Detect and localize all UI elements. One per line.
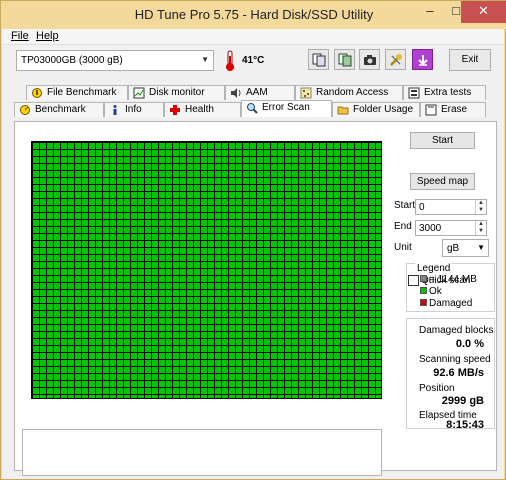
speed-map-button[interactable]: Speed map [410,173,475,190]
extra-tests-icon [408,87,420,99]
tab-label: Erase [441,104,468,115]
damaged-blocks-label: Damaged blocks [419,325,494,336]
tab-random-access[interactable]: Random Access [295,85,403,100]
start-label: Start [394,200,416,211]
tab-label: File Benchmark [47,87,117,98]
toolbar: TP03000GB (3000 gB) ▼ 41°C Exit [2,46,504,76]
scan-block-grid [31,141,382,399]
menu-file[interactable]: File [11,30,29,42]
tab-benchmark[interactable]: Benchmark [14,102,104,117]
tab-error-scan[interactable]: Error Scan [241,100,332,117]
tab-label: Benchmark [35,104,86,115]
start-button[interactable]: Start [410,132,475,149]
tab-label: Error Scan [262,102,310,113]
start-value: 0 [419,202,425,213]
scanning-speed-value: 92.6 MB/s [433,367,484,379]
speaker-icon [231,88,241,98]
title-bar: HD Tune Pro 5.75 - Hard Disk/SSD Utility… [1,1,506,29]
chevron-down-icon: ▼ [201,55,209,64]
legend-block-text: = 1144 MB [429,274,477,285]
legend-title: Legend [415,263,453,274]
random-access-icon [300,87,312,99]
unit-value: gB [447,243,460,254]
minimize-button[interactable]: – [417,1,443,23]
exit-button[interactable]: Exit [449,49,491,71]
benchmark-icon [20,105,30,115]
save-button[interactable] [412,49,433,70]
tab-label: Random Access [316,87,389,98]
legend-box: Legend = 1144 MB Ok Damaged [406,263,495,312]
thermometer-icon [226,50,234,71]
tools-icon [389,53,402,66]
options-button[interactable] [385,49,406,70]
client-area: File Help TP03000GB (3000 gB) ▼ 41°C Exi… [2,29,504,479]
tab-erase[interactable]: Erase [420,102,486,117]
drive-select-value: TP03000GB (3000 gB) [21,55,123,66]
position-label: Position [419,383,455,394]
tab-folder-usage[interactable]: Folder Usage [332,102,420,117]
error-scan-panel: Start Quick scan Speed map Start 0 ▲ ▼ En… [14,121,497,476]
scanning-speed-label: Scanning speed [419,354,491,365]
copy-icon [312,53,325,66]
gray-swatch-icon [420,275,427,282]
disk-monitor-icon [133,87,145,99]
tab-label: Health [185,104,214,115]
drive-select[interactable]: TP03000GB (3000 gB) ▼ [16,50,214,71]
red-swatch-icon [420,299,427,306]
unit-label: Unit [394,242,412,253]
unit-select[interactable]: gB ▼ [442,239,489,257]
end-input[interactable]: 3000 ▲ ▼ [415,220,487,236]
app-window: HD Tune Pro 5.75 - Hard Disk/SSD Utility… [0,0,506,480]
tab-label: Disk monitor [149,87,205,98]
camera-icon [363,54,376,65]
start-input[interactable]: 0 ▲ ▼ [415,199,487,215]
end-value: 3000 [419,223,442,234]
info-icon [113,105,117,115]
end-label: End [394,221,412,232]
spinner-icon[interactable]: ▲ ▼ [475,200,486,214]
folder-icon [337,106,349,115]
legend-ok: Ok [420,286,442,297]
tab-health[interactable]: Health [164,102,241,117]
screenshot-button[interactable] [359,49,380,70]
position-value: 2999 gB [441,395,484,407]
download-arrow-icon [417,54,428,66]
tab-label: Folder Usage [353,104,414,115]
tab-file-benchmark[interactable]: File Benchmark [26,85,128,100]
damaged-blocks-value: 0.0 % [455,338,484,350]
tab-label: Extra tests [424,87,472,98]
erase-icon [425,104,437,116]
spinner-icon[interactable]: ▲ ▼ [475,221,486,235]
scan-log [22,429,382,476]
stats-box: Damaged blocks 0.0 % Scanning speed 92.6… [406,318,495,431]
close-button[interactable]: ✕ [461,1,506,23]
copy-all-button[interactable] [334,49,355,70]
copy-all-icon [338,53,351,66]
legend-damaged-text: Damaged [429,298,473,309]
copy-info-button[interactable] [308,49,329,70]
menu-bar: File Help [2,29,504,45]
menu-help[interactable]: Help [36,30,59,42]
elapsed-time-value: 8:15:43 [446,419,484,431]
tab-extra-tests[interactable]: Extra tests [403,85,486,100]
legend-damaged: Damaged [420,298,472,309]
tab-label: Info [125,104,142,115]
tab-disk-monitor[interactable]: Disk monitor [128,85,225,100]
green-swatch-icon [420,287,427,294]
tab-info[interactable]: Info [104,102,164,117]
temperature-readout: 41°C [242,55,265,66]
health-cross-icon [170,105,180,115]
file-benchmark-icon [32,88,42,98]
legend-block-size: = 1144 MB [420,274,477,285]
tab-aam[interactable]: AAM [225,85,295,100]
legend-ok-text: Ok [429,286,442,297]
chevron-down-icon: ▼ [477,243,485,252]
tab-label: AAM [246,87,268,98]
magnifier-icon [247,103,258,114]
